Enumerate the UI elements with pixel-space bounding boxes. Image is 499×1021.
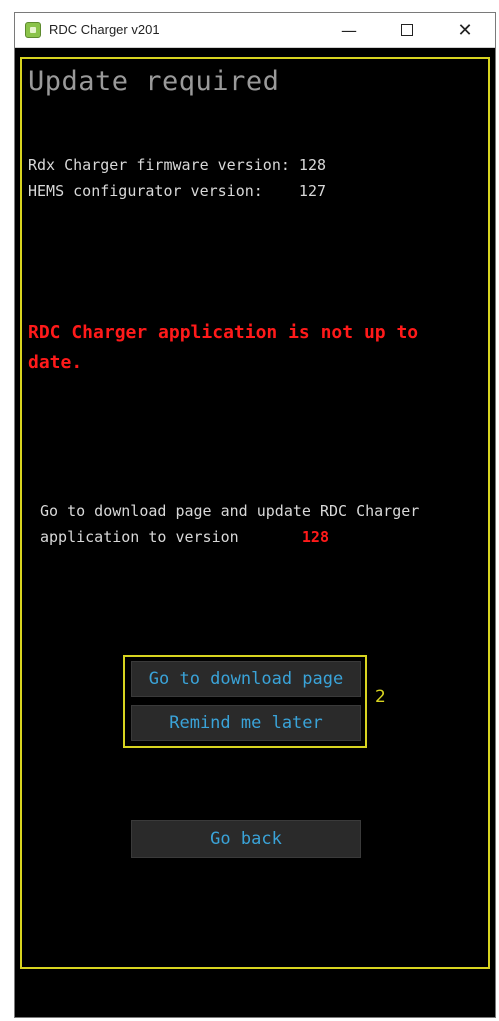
app-window: RDC Charger v201 — ✕ Update required Rdx… (14, 12, 496, 1018)
maximize-icon (401, 24, 413, 36)
close-button[interactable]: ✕ (437, 13, 493, 47)
page-title: Update required (28, 66, 280, 97)
go-to-download-button[interactable]: Go to download page (131, 661, 361, 697)
instruction-text: application to version (40, 528, 239, 546)
window-title: RDC Charger v201 (49, 22, 160, 37)
app-logo-icon (25, 22, 41, 38)
remind-later-button[interactable]: Remind me later (131, 705, 361, 741)
bottom-strip (20, 973, 490, 1011)
hems-version-text: HEMS configurator version: 127 (28, 182, 327, 200)
firmware-version-text: Rdx Charger firmware version: 128 (28, 156, 327, 174)
minimize-button[interactable]: — (321, 13, 377, 47)
instruction-line-2: application to version 128 (40, 528, 329, 546)
close-icon: ✕ (457, 19, 473, 41)
callout-number: 2 (375, 687, 386, 707)
update-warning: RDC Charger application is not up to dat… (28, 322, 419, 373)
target-version: 128 (301, 528, 329, 546)
go-back-button[interactable]: Go back (131, 820, 361, 858)
title-bar: RDC Charger v201 — ✕ (15, 13, 495, 48)
minimize-icon: — (341, 20, 357, 40)
maximize-button[interactable] (379, 13, 435, 47)
instruction-line-1: Go to download page and update RDC Charg… (40, 502, 420, 520)
